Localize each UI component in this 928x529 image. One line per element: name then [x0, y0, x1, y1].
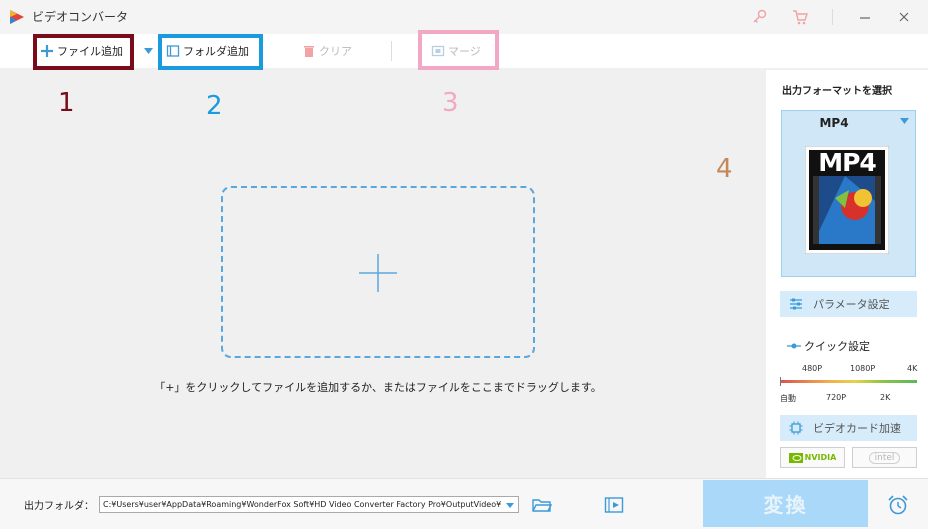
title-divider: [832, 9, 833, 25]
format-select-label: 出力フォーマットを選択: [782, 86, 892, 97]
app-logo-icon: [10, 10, 24, 24]
output-path-dropdown-icon[interactable]: [505, 502, 515, 509]
close-icon[interactable]: [894, 7, 914, 27]
quick-settings-label: クイック設定: [804, 340, 870, 353]
nvidia-logo-icon: [788, 452, 803, 463]
quality-label-4k: 4K: [907, 364, 918, 373]
quality-label-720p: 720P: [826, 393, 847, 402]
key-icon[interactable]: [750, 7, 770, 27]
trash-icon: [304, 46, 314, 57]
highlight-box-2: [158, 34, 263, 70]
quick-settings-icon: [787, 343, 801, 349]
gpu-acceleration-button[interactable]: ビデオカード加速: [780, 415, 917, 441]
alarm-clock-icon[interactable]: [887, 494, 909, 516]
add-plus-icon[interactable]: [358, 253, 398, 293]
quality-label-auto: 自動: [780, 394, 796, 403]
nvidia-label: NVIDIA: [804, 453, 837, 462]
intel-option[interactable]: intel: [852, 447, 917, 468]
quick-settings-heading: クイック設定: [787, 338, 870, 354]
toolbar-divider: [391, 41, 392, 61]
quality-label-480p: 480P: [802, 364, 823, 373]
annotation-number-4: 4: [716, 154, 733, 184]
highlight-box-1: [33, 34, 134, 70]
nvidia-option[interactable]: NVIDIA: [780, 447, 845, 468]
selected-format-name: MP4: [819, 116, 849, 130]
convert-button[interactable]: 変換: [703, 480, 868, 527]
quality-tick: [780, 377, 781, 386]
file-drop-zone[interactable]: [221, 186, 535, 358]
annotation-number-1: 1: [58, 88, 75, 118]
minimize-icon[interactable]: [855, 7, 875, 27]
sliders-icon: [790, 298, 802, 310]
quality-slider[interactable]: [780, 380, 917, 383]
drop-hint-text: 「+」をクリックしてファイルを追加するか、またはファイルをここまでドラッグします…: [154, 381, 602, 394]
quality-label-1080p: 1080P: [850, 364, 876, 373]
gpu-acceleration-label: ビデオカード加速: [813, 422, 901, 435]
format-dropdown-icon[interactable]: [899, 117, 910, 125]
intel-label: intel: [868, 451, 901, 464]
highlight-box-3: [418, 30, 499, 70]
title-bar: [0, 0, 928, 34]
convert-label: 変換: [763, 493, 808, 517]
clear-button[interactable]: クリア: [302, 34, 352, 68]
output-folder-label: 出力フォルダ：: [24, 501, 94, 512]
chevron-down-icon[interactable]: [143, 47, 154, 55]
open-folder-icon[interactable]: [532, 497, 552, 513]
cart-icon[interactable]: [790, 7, 810, 27]
chip-icon: [789, 421, 803, 435]
annotation-number-3: 3: [442, 88, 459, 118]
window-title: ビデオコンバータ: [32, 10, 129, 24]
annotation-number-2: 2: [206, 91, 223, 121]
parameter-settings-label: パラメータ設定: [813, 298, 890, 311]
video-output-icon[interactable]: [604, 496, 624, 514]
parameter-settings-button[interactable]: パラメータ設定: [780, 291, 917, 317]
output-path-field[interactable]: C:¥Users¥user¥AppData¥Roaming¥WonderFox …: [99, 496, 519, 513]
quality-label-2k: 2K: [880, 393, 891, 402]
mp4-thumb-text: MP4: [818, 148, 877, 177]
clear-label: クリア: [319, 45, 352, 58]
